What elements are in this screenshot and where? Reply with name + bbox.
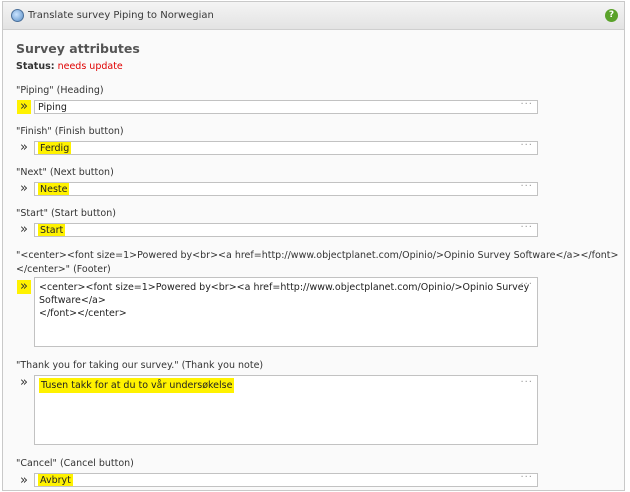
- next-input[interactable]: Neste ···: [34, 182, 538, 196]
- field-label-heading: "Piping" (Heading): [16, 85, 104, 96]
- expand-arrow-icon[interactable]: »: [17, 223, 31, 237]
- section-title: Survey attributes: [16, 41, 140, 56]
- heading-value: Piping: [38, 102, 67, 113]
- start-value: Start: [38, 224, 66, 236]
- resize-handle-icon[interactable]: ···: [520, 101, 533, 110]
- finish-input[interactable]: Ferdig ···: [34, 141, 538, 155]
- expand-arrow-icon[interactable]: »: [17, 376, 31, 390]
- field-label-cancel: "Cancel" (Cancel button): [16, 458, 134, 469]
- field-label-thankyou: "Thank you for taking our survey." (Than…: [16, 360, 264, 371]
- resize-handle-icon[interactable]: ···: [520, 142, 533, 151]
- heading-input[interactable]: Piping ···: [34, 100, 538, 114]
- thankyou-value: Tusen takk for at du to vår undersøkelse: [39, 378, 235, 393]
- footer-textarea[interactable]: <center><font size=1>Powered by<br><a hr…: [34, 277, 538, 347]
- resize-handle-icon[interactable]: ···: [520, 278, 533, 291]
- expand-arrow-icon[interactable]: »: [17, 474, 31, 488]
- status-line: Status: needs update: [16, 61, 123, 72]
- expand-arrow-icon[interactable]: »: [17, 182, 31, 196]
- panel-titlebar: Translate survey Piping to Norwegian ?: [3, 2, 624, 30]
- footer-value-line2: </font></center>: [39, 308, 127, 319]
- cancel-value: Avbryt: [38, 474, 73, 486]
- expand-arrow-icon[interactable]: »: [17, 100, 31, 114]
- thankyou-textarea[interactable]: Tusen takk for at du to vår undersøkelse…: [34, 375, 538, 445]
- finish-value: Ferdig: [38, 142, 72, 154]
- resize-handle-icon[interactable]: ···: [520, 474, 533, 483]
- help-icon[interactable]: ?: [605, 9, 618, 22]
- translate-panel: Translate survey Piping to Norwegian ? S…: [2, 1, 625, 491]
- expand-arrow-icon[interactable]: »: [17, 280, 31, 294]
- survey-globe-icon: [11, 9, 24, 22]
- expand-arrow-icon[interactable]: »: [17, 141, 31, 155]
- resize-handle-icon[interactable]: ···: [520, 224, 533, 233]
- next-value: Neste: [38, 183, 70, 195]
- field-label-finish: "Finish" (Finish button): [16, 126, 124, 137]
- window-title: Translate survey Piping to Norwegian: [28, 10, 214, 21]
- resize-handle-icon[interactable]: ···: [520, 183, 533, 192]
- field-label-next: "Next" (Next button): [16, 167, 114, 178]
- start-input[interactable]: Start ···: [34, 223, 538, 237]
- resize-handle-icon[interactable]: ···: [520, 376, 533, 389]
- field-label-footer-line2: </center>" (Footer): [16, 264, 111, 275]
- status-value: needs update: [57, 61, 123, 72]
- status-label: Status:: [16, 61, 55, 72]
- field-label-footer-line1: "<center><font size=1>Powered by<br><a h…: [16, 250, 619, 261]
- field-label-start: "Start" (Start button): [16, 208, 116, 219]
- footer-value-line1: <center><font size=1>Powered by<br><a hr…: [39, 282, 530, 306]
- panel-content: Survey attributes Status: needs update "…: [3, 30, 624, 490]
- cancel-input[interactable]: Avbryt ···: [34, 473, 538, 487]
